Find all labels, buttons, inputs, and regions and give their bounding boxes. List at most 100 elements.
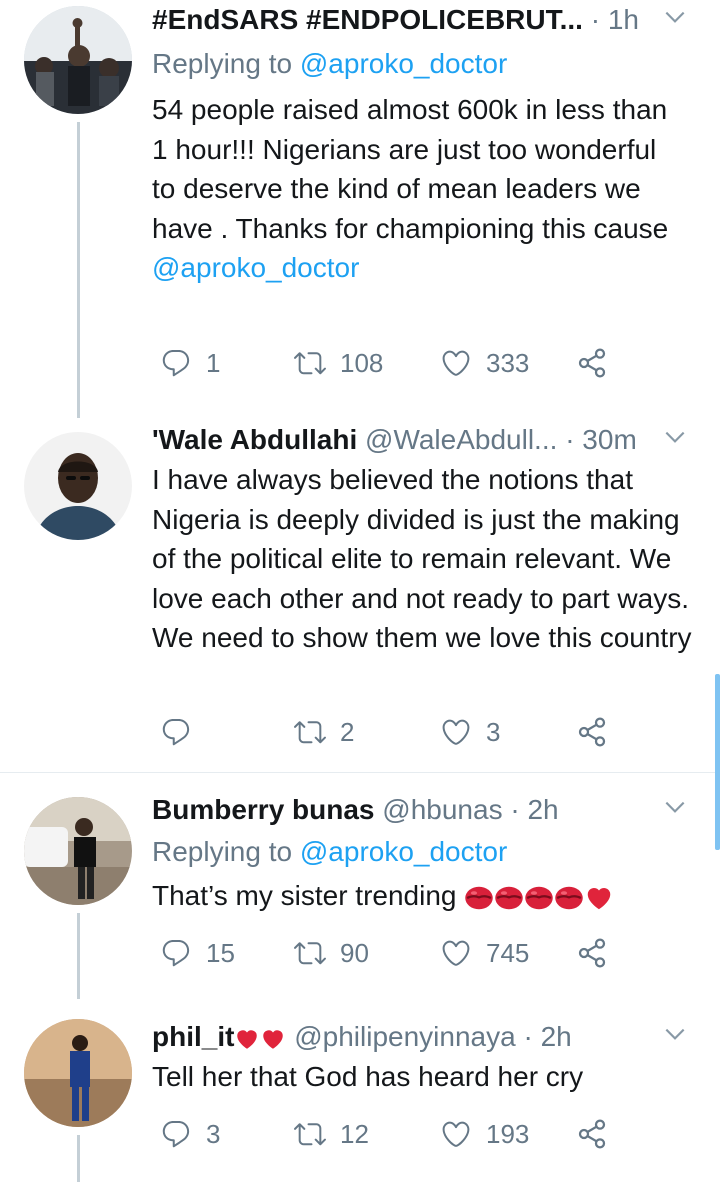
retweet-button[interactable]: 2 — [294, 712, 354, 752]
tweet-body: Tell her that God has heard her cry — [152, 1061, 584, 1092]
reply-icon — [160, 716, 192, 748]
share-button[interactable] — [576, 1114, 608, 1154]
separator-dot: · — [565, 424, 575, 455]
user-handle[interactable]: @hbunas — [382, 794, 502, 825]
tweet-header: 'Wale Abdullahi @WaleAbdull... · 30m — [152, 420, 700, 460]
avatar[interactable] — [24, 797, 132, 905]
replying-to-label: Replying to — [152, 836, 293, 867]
tweet-text: That’s my sister trending — [152, 876, 700, 916]
lips-emoji — [494, 883, 524, 913]
retweet-icon — [294, 1118, 326, 1150]
like-button[interactable]: 333 — [440, 343, 529, 383]
retweet-count: 108 — [340, 347, 384, 378]
retweet-count: 2 — [340, 716, 355, 747]
reply-icon — [160, 937, 192, 969]
thread-line — [77, 122, 80, 418]
like-button[interactable]: 3 — [440, 712, 500, 752]
retweet-button[interactable]: 90 — [294, 933, 369, 973]
user-handle[interactable]: @philipenyinnaya — [294, 1021, 515, 1052]
lips-emoji — [554, 883, 584, 913]
like-count: 193 — [486, 1118, 530, 1149]
avatar[interactable] — [24, 432, 132, 540]
avatar[interactable] — [24, 1019, 132, 1127]
share-icon — [576, 1118, 608, 1150]
red-heart-emoji — [234, 1026, 260, 1052]
mention-link[interactable]: @aproko_doctor — [152, 252, 359, 283]
chevron-down-icon[interactable] — [662, 4, 688, 30]
timestamp[interactable]: 2h — [541, 1021, 572, 1052]
tweet-item[interactable]: 'Wale Abdullahi @WaleAbdull... · 30m I h… — [0, 420, 720, 772]
tweet-header: Bumberry bunas @hbunas · 2h — [152, 790, 700, 830]
retweet-count: 90 — [340, 937, 369, 968]
tweet-body: That’s my sister trending — [152, 880, 457, 911]
reply-button[interactable]: 1 — [160, 343, 220, 383]
retweet-icon — [294, 937, 326, 969]
share-button[interactable] — [576, 933, 608, 973]
red-heart-emoji — [584, 883, 614, 913]
display-name[interactable]: #EndSARS #ENDPOLICEBRUT... — [152, 4, 583, 35]
share-icon — [576, 937, 608, 969]
replying-to: Replying to @aproko_doctor — [152, 832, 700, 872]
replying-to: Replying to @aproko_doctor — [152, 44, 700, 84]
tweet-text: Tell her that God has heard her cry — [152, 1057, 700, 1097]
lips-emoji — [524, 883, 554, 913]
mention-link[interactable]: @aproko_doctor — [300, 836, 507, 867]
separator-dot: · — [523, 1021, 533, 1052]
reply-button[interactable]: 3 — [160, 1114, 220, 1154]
scrollbar-thumb[interactable] — [715, 674, 720, 850]
chevron-down-icon[interactable] — [662, 794, 688, 820]
retweet-button[interactable]: 108 — [294, 343, 383, 383]
reply-button[interactable] — [160, 712, 206, 752]
tweet-header: phil_it @philipenyinnaya · 2h — [152, 1017, 700, 1057]
thread-line — [77, 913, 80, 999]
heart-icon — [440, 1118, 472, 1150]
chevron-down-icon[interactable] — [662, 1021, 688, 1047]
tweet-body: I have always believed the notions that … — [152, 464, 692, 653]
retweet-button[interactable]: 12 — [294, 1114, 369, 1154]
timestamp[interactable]: 2h — [527, 794, 558, 825]
separator-dot: · — [510, 794, 520, 825]
tweet-item[interactable]: #EndSARS #ENDPOLICEBRUT... · 1h Replying… — [0, 0, 720, 420]
retweet-icon — [294, 716, 326, 748]
heart-icon — [440, 716, 472, 748]
tweet-text: 54 people raised almost 600k in less tha… — [152, 90, 682, 288]
reply-icon — [160, 347, 192, 379]
tweet-item[interactable]: phil_it @philipenyinnaya · 2h Tell her t… — [0, 999, 720, 1182]
separator-dot: · — [590, 4, 601, 35]
thread-line — [77, 1135, 80, 1182]
like-count: 333 — [486, 347, 530, 378]
tweet-header: #EndSARS #ENDPOLICEBRUT... · 1h — [152, 0, 700, 40]
reply-count: 3 — [206, 1118, 221, 1149]
reply-count: 1 — [206, 347, 221, 378]
share-button[interactable] — [576, 343, 608, 383]
heart-icon — [440, 347, 472, 379]
timestamp[interactable]: 1h — [608, 4, 639, 35]
like-button[interactable]: 745 — [440, 933, 529, 973]
like-count: 3 — [486, 716, 501, 747]
mention-link[interactable]: @aproko_doctor — [300, 48, 507, 79]
display-name[interactable]: 'Wale Abdullahi — [152, 424, 357, 455]
share-icon — [576, 347, 608, 379]
chevron-down-icon[interactable] — [662, 424, 688, 450]
like-button[interactable]: 193 — [440, 1114, 529, 1154]
lips-emoji — [464, 883, 494, 913]
timestamp[interactable]: 30m — [582, 424, 636, 455]
avatar[interactable] — [24, 6, 132, 114]
reply-button[interactable]: 15 — [160, 933, 235, 973]
replying-to-label: Replying to — [152, 48, 293, 79]
reply-icon — [160, 1118, 192, 1150]
tweet-text: I have always believed the notions that … — [152, 460, 692, 658]
retweet-count: 12 — [340, 1118, 369, 1149]
retweet-icon — [294, 347, 326, 379]
user-handle[interactable]: @WaleAbdull... — [365, 424, 557, 455]
reply-count: 15 — [206, 937, 235, 968]
heart-icon — [440, 937, 472, 969]
like-count: 745 — [486, 937, 530, 968]
display-name[interactable]: phil_it — [152, 1021, 234, 1052]
tweet-item[interactable]: Bumberry bunas @hbunas · 2h Replying to … — [0, 773, 720, 999]
display-name[interactable]: Bumberry bunas — [152, 794, 375, 825]
share-icon — [576, 716, 608, 748]
share-button[interactable] — [576, 712, 608, 752]
tweet-body: 54 people raised almost 600k in less tha… — [152, 94, 669, 244]
red-heart-emoji — [260, 1026, 286, 1052]
